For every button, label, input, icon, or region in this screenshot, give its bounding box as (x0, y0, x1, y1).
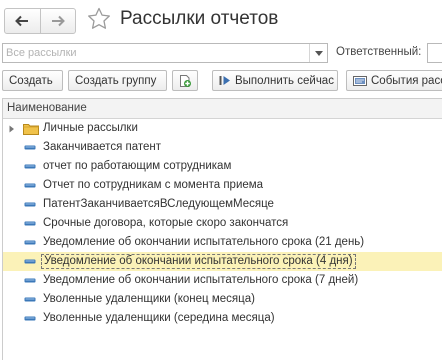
event-log-icon (353, 75, 367, 86)
table-row[interactable]: Уволенные удаленщики (середина месяца) (3, 309, 442, 328)
mailing-item-icon (24, 202, 36, 207)
mailing-events-button-label: События рассы (371, 74, 442, 87)
row-label: отчет по работающим сотрудникам (43, 160, 232, 172)
table-row[interactable]: отчет по работающим сотрудникам (3, 157, 442, 176)
triangle-down-icon (314, 50, 323, 56)
table-row[interactable]: Срочные договора, которые скоро закончат… (3, 214, 442, 233)
mailing-events-button[interactable]: События рассы (346, 70, 442, 91)
forward-button[interactable] (39, 9, 75, 33)
mailing-item-icon (24, 316, 36, 321)
table-row[interactable]: ПатентЗаканчиваетсяВСледующемМесяце (3, 195, 442, 214)
navigation-buttons (4, 8, 76, 34)
title-bar: Рассылки отчетов (0, 0, 442, 40)
table-row[interactable]: Уволенные удаленщики (конец месяца) (3, 290, 442, 309)
responsible-input[interactable] (427, 43, 442, 63)
command-bar: Создать Создать группу Выполнить сейчас … (0, 70, 442, 94)
mailing-item-icon (24, 183, 36, 188)
responsible-label: Ответственный: (336, 46, 422, 58)
mailing-filter-combo[interactable] (2, 43, 328, 63)
mailing-item-icon (24, 240, 36, 245)
expand-toggle[interactable] (9, 124, 15, 136)
favorite-button[interactable] (86, 6, 112, 32)
run-now-button-label: Выполнить сейчас (235, 74, 334, 87)
folder-row[interactable]: Личные рассылки (3, 119, 442, 138)
run-now-button[interactable]: Выполнить сейчас (212, 70, 338, 91)
mailing-item-icon (24, 221, 36, 226)
copy-add-icon (180, 74, 191, 87)
row-label: Срочные договора, которые скоро закончат… (43, 217, 289, 229)
row-label: Заканчивается патент (43, 141, 162, 153)
page-title: Рассылки отчетов (120, 8, 279, 29)
mailing-filter-dropdown-button[interactable] (309, 44, 327, 62)
row-label: Уведомление об окончании испытательного … (43, 274, 359, 286)
table-body: Личные рассылки Заканчивается патент отчет… (3, 119, 442, 328)
row-label: Отчет по сотрудникам с момента приема (43, 179, 264, 191)
back-button[interactable] (5, 9, 40, 33)
table-row[interactable]: Уведомление об окончании испытательного … (3, 271, 442, 290)
mailing-item-icon (24, 145, 36, 150)
copy-button[interactable] (172, 70, 198, 91)
mailing-filter-input[interactable] (3, 44, 307, 62)
arrow-left-icon (15, 15, 29, 27)
table-row[interactable]: Отчет по сотрудникам с момента приема (3, 176, 442, 195)
row-label: Уведомление об окончании испытательного … (41, 254, 356, 269)
row-label: Уведомление об окончании испытательного … (43, 236, 365, 248)
expand-arrow-icon (9, 125, 14, 133)
mailing-list-table: Наименование Личные рассылки Заканчиваетс… (2, 98, 442, 360)
table-row[interactable]: Уведомление об окончании испытательного … (3, 252, 442, 271)
mailing-item-icon (24, 278, 36, 283)
create-button-label: Создать (9, 74, 53, 87)
mailing-item-icon (24, 164, 36, 169)
create-button[interactable]: Создать (2, 70, 63, 91)
filter-bar: Ответственный: (0, 43, 442, 65)
mailing-item-icon (24, 259, 36, 264)
create-group-button[interactable]: Создать группу (68, 70, 167, 91)
row-label: Личные рассылки (43, 122, 138, 134)
column-header-name[interactable]: Наименование (3, 99, 442, 119)
folder-icon (23, 124, 39, 135)
mailing-item-icon (24, 297, 36, 302)
table-row[interactable]: Заканчивается патент (3, 138, 442, 157)
create-group-button-label: Создать группу (75, 74, 157, 87)
arrow-right-icon (51, 15, 65, 27)
row-label: Уволенные удаленщики (середина месяца) (43, 312, 275, 324)
star-icon (88, 7, 110, 29)
row-label: Уволенные удаленщики (конец месяца) (43, 293, 255, 305)
row-label: ПатентЗаканчиваетсяВСледующемМесяце (43, 198, 274, 210)
table-row[interactable]: Уведомление об окончании испытательного … (3, 233, 442, 252)
play-icon (219, 76, 230, 85)
